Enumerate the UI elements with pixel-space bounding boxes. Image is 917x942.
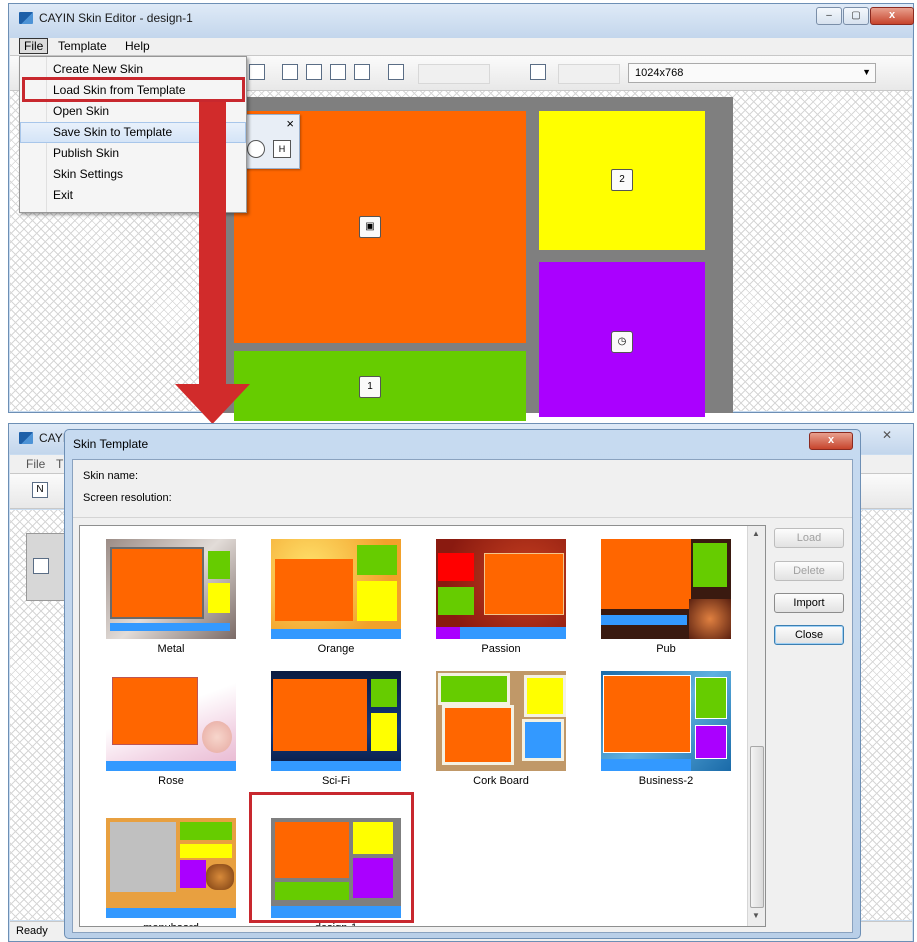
close-button[interactable]: Close: [774, 625, 844, 645]
dialog-title: Skin Template: [73, 437, 149, 451]
dropdown-chevron-icon: ▼: [862, 67, 871, 77]
template-list-scrollbar[interactable]: ▲ ▼: [747, 526, 765, 926]
skin-template-dialog: Skin Template x Skin name: Screen resolu…: [64, 429, 861, 939]
minimize-icon[interactable]: –: [816, 7, 842, 25]
width-field[interactable]: [418, 64, 490, 84]
template-label-orange: Orange: [317, 643, 355, 655]
resolution-value: 1024x768: [635, 67, 684, 79]
import-button[interactable]: Import: [774, 593, 844, 613]
dialog-body: Skin name: Screen resolution: Metal Oran…: [72, 459, 853, 933]
template-label-cork-board: Cork Board: [473, 775, 529, 787]
arrow-down-icon: [175, 102, 250, 424]
scroll-up-icon[interactable]: ▲: [752, 529, 760, 538]
template-list[interactable]: Metal Orange Passion Pub Rose Sci-Fi Cor…: [79, 525, 766, 927]
panel-close-icon[interactable]: ×: [286, 116, 294, 131]
close-icon-bottom[interactable]: ✕: [877, 428, 897, 444]
select-zone-icon[interactable]: [249, 64, 265, 80]
menu-file-bottom[interactable]: File: [21, 456, 50, 472]
dialog-close-icon[interactable]: x: [809, 432, 853, 450]
app-icon: [19, 12, 33, 24]
align-top-icon[interactable]: [282, 64, 298, 80]
template-thumb-pub[interactable]: [601, 539, 731, 639]
skin-name-label: Skin name:: [83, 470, 139, 482]
height-field[interactable]: [558, 64, 620, 84]
close-icon[interactable]: x: [870, 7, 914, 25]
align-right-icon[interactable]: [354, 64, 370, 80]
html-tool-icon[interactable]: H: [273, 140, 291, 158]
template-label-metal: Metal: [157, 643, 185, 655]
window-title: CAYIN Skin Editor - design-1: [39, 11, 193, 25]
template-label-rose: Rose: [158, 775, 184, 787]
separator: [73, 517, 852, 518]
menu-file[interactable]: File: [19, 38, 49, 54]
align-left-icon[interactable]: [330, 64, 346, 80]
title-bar: CAYIN Skin Editor - design-1 – ▢ x: [9, 4, 914, 38]
image-tool-icon[interactable]: [33, 558, 49, 574]
highlight-design-1: [249, 792, 414, 923]
video-zone-icon: ▣: [359, 216, 381, 238]
template-label-pub: Pub: [656, 643, 676, 655]
template-label-passion: Passion: [481, 643, 521, 655]
template-thumb-scifi[interactable]: [271, 671, 401, 771]
scroll-down-icon[interactable]: ▼: [752, 911, 760, 920]
resolution-select[interactable]: 1024x768 ▼: [628, 63, 876, 83]
zone-clock[interactable]: ◷: [539, 262, 705, 417]
template-thumb-orange[interactable]: [271, 539, 401, 639]
highlight-load-skin-from-template: [22, 77, 245, 102]
image-zone-icon: 2: [611, 169, 633, 191]
delete-button[interactable]: Delete: [774, 561, 844, 581]
status-text: Ready: [16, 925, 48, 937]
align-bottom-icon[interactable]: [306, 64, 322, 80]
screen-resolution-label: Screen resolution:: [83, 492, 172, 504]
clock-icon: ◷: [611, 331, 633, 353]
template-label-scifi: Sci-Fi: [321, 775, 351, 787]
template-thumb-business-2[interactable]: [601, 671, 731, 771]
zone-image-2[interactable]: 2: [539, 111, 705, 250]
template-label-business-2: Business-2: [638, 775, 694, 787]
load-button[interactable]: Load: [774, 528, 844, 548]
maximize-icon[interactable]: ▢: [843, 7, 869, 25]
resize-icon[interactable]: [530, 64, 546, 80]
menu-template[interactable]: Template: [53, 38, 112, 54]
template-thumb-passion[interactable]: [436, 539, 566, 639]
template-thumb-cork-board[interactable]: [436, 671, 566, 771]
app-icon-bottom: [19, 432, 33, 444]
scroll-thumb[interactable]: [750, 746, 764, 908]
grid-icon[interactable]: [388, 64, 404, 80]
image-zone-icon-1: 1: [359, 376, 381, 398]
zone-image-1[interactable]: 1: [234, 351, 526, 421]
menu-help[interactable]: Help: [120, 38, 155, 54]
window-title-bottom: CAYI: [39, 431, 67, 445]
new-skin-icon[interactable]: N: [32, 482, 48, 498]
menu-bar: File Template Help: [10, 38, 912, 56]
template-thumb-metal[interactable]: [106, 539, 236, 639]
template-thumb-menuboard[interactable]: [106, 818, 236, 918]
template-label-menuboard: menuboard: [101, 922, 241, 926]
template-thumb-rose[interactable]: [106, 671, 236, 771]
